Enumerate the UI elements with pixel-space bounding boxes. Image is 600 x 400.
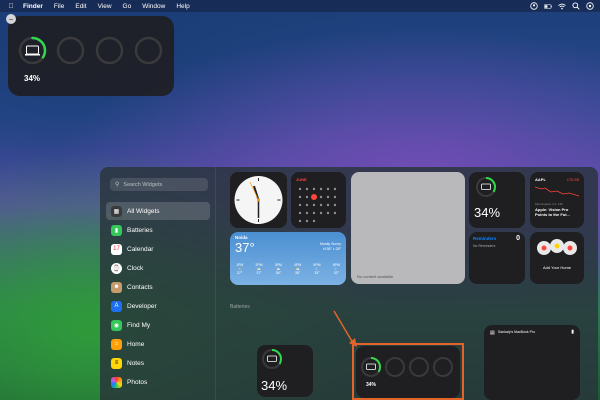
sidebar-item-label: Home <box>127 340 145 348</box>
search-input[interactable]: ⚲ Search Widgets <box>110 178 208 191</box>
weather-hour: 3PM ⛅ 36° <box>274 263 282 275</box>
home-widget[interactable]: Add Your Home <box>530 232 584 284</box>
sidebar-item-clock[interactable]: ⌚ Clock <box>106 259 210 277</box>
home-label: Add Your Home <box>542 265 572 270</box>
sidebar-item-find-my[interactable]: ◉ Find My <box>106 316 210 334</box>
battery-status-icon: ▮ <box>571 329 574 335</box>
battery-ring-preview <box>476 177 496 197</box>
sidebar-item-label: Calendar <box>127 245 154 253</box>
menu-window[interactable]: Window <box>142 3 165 10</box>
sidebar-item-home[interactable]: ⌂ Home <box>106 335 210 353</box>
stock-chart <box>535 186 579 197</box>
analog-clock-face <box>234 176 283 224</box>
sidebar-item-developer[interactable]: A Developer <box>106 297 210 315</box>
battery-percentage-small: 34% <box>261 378 288 393</box>
spotlight-search-icon[interactable] <box>572 2 580 10</box>
wifi-icon[interactable] <box>558 2 566 10</box>
sidebar-item-label: Notes <box>127 359 144 367</box>
home-accessories-icon <box>537 239 577 255</box>
calendar-icon: 17 <box>111 243 122 255</box>
sidebar-item-notes[interactable]: ≡ Notes <box>106 354 210 372</box>
sidebar-item-calendar[interactable]: 17 Calendar <box>106 240 210 258</box>
battery-ring-empty-3 <box>134 36 163 65</box>
user-icon[interactable] <box>530 2 538 10</box>
apple-menu-icon[interactable]:  <box>7 2 15 10</box>
sidebar-item-photos[interactable]: Photos <box>106 373 210 391</box>
weather-hour: 6PM ☾ 32° <box>332 263 340 275</box>
battery-ring-empty-1 <box>56 36 85 65</box>
batteries-section-label: Batteries <box>230 304 250 310</box>
weather-range: H:38° L:28° <box>323 247 341 251</box>
weather-hour: 5PM ☾ 33° <box>313 263 321 275</box>
weather-condition: Mostly Sunny <box>319 242 341 246</box>
sidebar-item-contacts[interactable]: ☻ Contacts <box>106 278 210 296</box>
menu-help[interactable]: Help <box>176 3 189 10</box>
sidebar-item-label: Find My <box>127 321 151 329</box>
weather-temp: 37° <box>235 240 255 255</box>
battery-percentage: 34% <box>474 205 501 220</box>
sidebar-item-label: Clock <box>127 264 144 272</box>
menu-finder[interactable]: Finder <box>23 3 43 10</box>
sidebar-item-label: Developer <box>127 302 157 310</box>
battery-ring-empty-2 <box>95 36 124 65</box>
weather-hour: 4PM ⛅ 35° <box>294 263 302 275</box>
search-icon: ⚲ <box>115 182 120 188</box>
stock-headline: Apple: Vision Pro Points to the Fut... <box>535 207 570 217</box>
contacts-icon: ☻ <box>111 281 122 293</box>
no-content-widget[interactable]: No content available <box>351 172 465 284</box>
battery-ring-mac <box>18 36 47 65</box>
weather-hourly: 1PM ☀ 37° 2PM ⛅ 37° 3PM ⛅ 36° 4PM ⛅ 35° 5PM ☾ 33° … <box>230 263 346 275</box>
clock-icon: ⌚ <box>111 262 122 274</box>
weather-hour: 1PM ☀ 37° <box>236 263 244 275</box>
menu-edit[interactable]: Edit <box>75 3 86 10</box>
menu-file[interactable]: File <box>54 3 64 10</box>
search-placeholder: Search Widgets <box>123 181 163 188</box>
sidebar-item-label: All Widgets <box>127 207 160 215</box>
sidebar-item-label: Contacts <box>127 283 153 291</box>
stock-symbol: AAPL <box>535 177 546 182</box>
sidebar-item-batteries[interactable]: ▮ Batteries <box>106 221 210 239</box>
calendar-widget[interactable]: JUNE <box>291 172 346 228</box>
no-content-label: No content available <box>357 274 394 279</box>
laptop-icon: ▤ <box>490 330 495 336</box>
menu-bar:  Finder File Edit View Go Window Help <box>0 0 600 12</box>
battery-widget-large[interactable]: ▤ Sankalp's MacBook Pro ▮ <box>484 325 580 400</box>
menu-go[interactable]: Go <box>123 3 132 10</box>
sidebar-item-label: Batteries <box>127 226 153 234</box>
find-my-icon: ◉ <box>111 319 122 331</box>
batteries-icon: ▮ <box>111 224 122 236</box>
reminders-widget[interactable]: Reminders 0 No Reminders <box>469 232 525 284</box>
weather-widget[interactable]: Noida 37° Mostly Sunny H:38° L:28° 1PM ☀ 3… <box>230 232 346 285</box>
remove-widget-button[interactable]: − <box>6 14 16 24</box>
reminders-title: Reminders <box>473 236 497 241</box>
large-battery-title: Sankalp's MacBook Pro <box>498 330 536 334</box>
stock-source: Morningstar, Inc. 16h <box>535 202 564 206</box>
highlight-box <box>352 343 464 400</box>
notes-icon: ≡ <box>111 357 122 369</box>
battery-ring-mac-svg <box>18 36 47 65</box>
weather-hour: 2PM ⛅ 37° <box>255 263 263 275</box>
home-icon: ⌂ <box>111 338 122 350</box>
sidebar-item-all-widgets[interactable]: ▦ All Widgets <box>106 202 210 220</box>
all-widgets-icon: ▦ <box>111 205 122 217</box>
battery-widget-small[interactable]: 34% <box>257 345 313 397</box>
clock-widget[interactable] <box>230 172 287 228</box>
desktop-battery-percentage: 34% <box>24 74 41 83</box>
battery-ring-small <box>262 349 282 369</box>
laptop-icon <box>26 45 39 55</box>
control-center-icon[interactable] <box>586 2 594 10</box>
batteries-widget-preview[interactable]: 34% <box>469 172 525 228</box>
reminders-subtitle: No Reminders <box>473 244 496 248</box>
stocks-widget[interactable]: AAPL 176.55 Morningstar, Inc. 16h Apple:… <box>530 172 584 228</box>
battery-status-icon[interactable] <box>544 2 552 10</box>
calendar-month: JUNE <box>296 177 307 182</box>
menu-view[interactable]: View <box>98 3 112 10</box>
photos-icon <box>111 376 122 388</box>
developer-icon: A <box>111 300 122 312</box>
sidebar-item-label: Photos <box>127 378 148 386</box>
reminders-count: 0 <box>516 235 520 242</box>
stock-price: 176.55 <box>566 177 579 182</box>
